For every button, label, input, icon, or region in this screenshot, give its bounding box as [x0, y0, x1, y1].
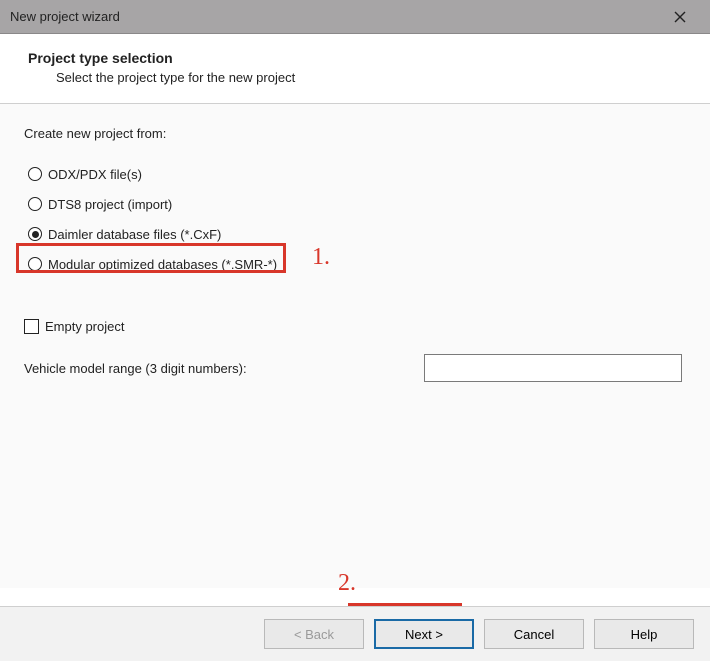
titlebar: New project wizard [0, 0, 710, 34]
radio-icon [28, 167, 42, 181]
radio-icon [28, 227, 42, 241]
vehicle-range-row: Vehicle model range (3 digit numbers): [24, 354, 686, 382]
group-label: Create new project from: [24, 126, 686, 141]
help-button[interactable]: Help [594, 619, 694, 649]
window-title: New project wizard [10, 9, 120, 24]
back-button: < Back [264, 619, 364, 649]
empty-project-checkbox[interactable]: Empty project [24, 319, 686, 334]
radio-label: Daimler database files (*.CxF) [48, 227, 221, 242]
radio-modular[interactable]: Modular optimized databases (*.SMR-*) [28, 249, 686, 279]
close-button[interactable] [660, 2, 700, 32]
wizard-header: Project type selection Select the projec… [0, 34, 710, 103]
radio-icon [28, 257, 42, 271]
radio-label: ODX/PDX file(s) [48, 167, 142, 182]
wizard-body: Create new project from: ODX/PDX file(s)… [0, 104, 710, 588]
vehicle-range-input[interactable] [424, 354, 682, 382]
next-button[interactable]: Next > [374, 619, 474, 649]
checkbox-icon [24, 319, 39, 334]
wizard-button-bar: < Back Next > Cancel Help [0, 606, 710, 661]
close-icon [674, 11, 686, 23]
radio-odx[interactable]: ODX/PDX file(s) [28, 159, 686, 189]
cancel-button[interactable]: Cancel [484, 619, 584, 649]
radio-dts8[interactable]: DTS8 project (import) [28, 189, 686, 219]
radio-daimler[interactable]: Daimler database files (*.CxF) [28, 219, 686, 249]
radio-label: DTS8 project (import) [48, 197, 172, 212]
radio-label: Modular optimized databases (*.SMR-*) [48, 257, 277, 272]
page-title: Project type selection [28, 50, 682, 66]
radio-icon [28, 197, 42, 211]
vehicle-range-label: Vehicle model range (3 digit numbers): [24, 361, 247, 376]
page-subtitle: Select the project type for the new proj… [56, 70, 682, 85]
project-type-radiogroup: ODX/PDX file(s) DTS8 project (import) Da… [28, 159, 686, 279]
checkbox-label: Empty project [45, 319, 124, 334]
